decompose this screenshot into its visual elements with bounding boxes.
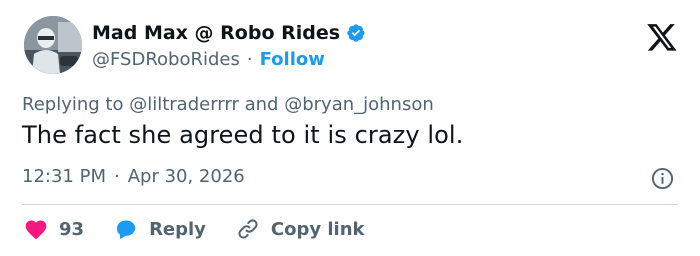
avatar[interactable]	[24, 16, 82, 74]
copy-link-button[interactable]: Copy link	[236, 217, 365, 241]
link-icon	[236, 217, 260, 241]
info-icon[interactable]	[651, 167, 674, 190]
author-display-name[interactable]: Mad Max @ Robo Rides	[92, 22, 340, 44]
mention-liltraderrrr[interactable]: @liltraderrrr	[129, 94, 239, 115]
divider	[22, 204, 678, 205]
reply-label: Reply	[149, 218, 206, 240]
tweet-timestamp[interactable]: 12:31 PM · Apr 30, 2026	[22, 166, 245, 187]
tweet-date: Apr 30, 2026	[127, 166, 245, 187]
author-handle-row: @FSDRoboRides · Follow	[92, 49, 325, 70]
author-handle[interactable]: @FSDRoboRides	[92, 49, 240, 70]
separator-dot: ·	[246, 49, 253, 70]
heart-icon	[24, 218, 48, 240]
tweet-time: 12:31 PM	[22, 166, 106, 187]
like-count: 93	[59, 218, 85, 240]
verified-badge-icon	[346, 23, 366, 43]
replying-and: and	[244, 94, 279, 115]
reply-button[interactable]: Reply	[114, 218, 206, 240]
x-logo-icon[interactable]	[646, 21, 678, 53]
tweet-text: The fact she agreed to it is crazy lol.	[22, 121, 464, 149]
action-bar: 93 Reply Copy link	[24, 217, 365, 241]
author-name-row: Mad Max @ Robo Rides	[92, 22, 366, 44]
like-button[interactable]: 93	[24, 218, 84, 240]
avatar-image	[24, 16, 82, 74]
mention-bryan-johnson[interactable]: @bryan_johnson	[284, 94, 434, 115]
separator-dot: ·	[113, 166, 120, 187]
reply-bubble-icon	[114, 218, 138, 240]
copy-link-label: Copy link	[270, 218, 365, 240]
replying-to-line: Replying to @liltraderrrr and @bryan_joh…	[22, 94, 434, 115]
follow-button[interactable]: Follow	[260, 49, 325, 70]
replying-prefix: Replying to	[22, 94, 124, 115]
